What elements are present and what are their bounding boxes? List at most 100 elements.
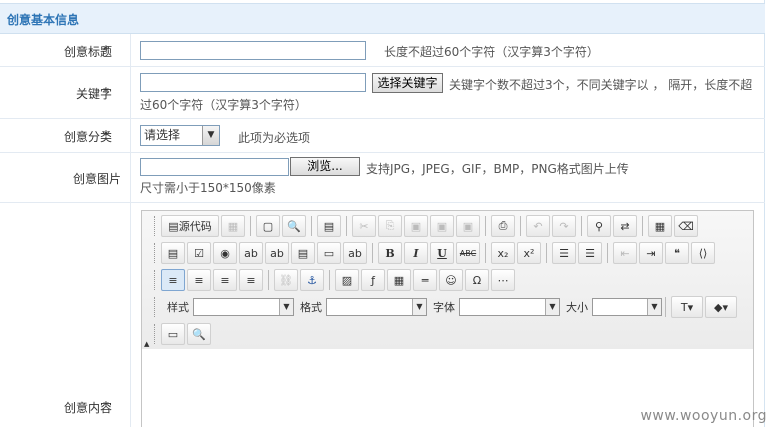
- bold-button[interactable]: B: [378, 242, 402, 264]
- label-cell: * 关键字: [0, 67, 131, 118]
- replace-icon[interactable]: ⇄: [613, 215, 637, 237]
- find-icon[interactable]: ⚲: [587, 215, 611, 237]
- radio-icon[interactable]: ◉: [213, 242, 237, 264]
- select-field-icon[interactable]: ▤: [291, 242, 315, 264]
- size-label: 大小: [566, 301, 588, 314]
- cut-icon[interactable]: ✂: [352, 215, 376, 237]
- label-cell: * 创意标题: [0, 34, 131, 66]
- text-color-icon[interactable]: T▾: [671, 296, 703, 318]
- title-hint: 长度不超过60个字符（汉字算3个字符）: [384, 45, 599, 59]
- paste-word-icon[interactable]: ▣: [456, 215, 480, 237]
- subscript-icon[interactable]: x₂: [491, 242, 515, 264]
- numbered-list-icon[interactable]: ☰: [552, 242, 576, 264]
- font-combo[interactable]: ▼: [459, 298, 560, 316]
- label-cell: 创意图片: [0, 153, 131, 202]
- label-cell: * 创意分类: [0, 119, 131, 152]
- align-center-icon[interactable]: ≡: [187, 269, 211, 291]
- image-size-hint: 尺寸需小于150*150像素: [140, 181, 276, 195]
- new-page-icon[interactable]: ▢: [256, 215, 280, 237]
- paste-icon[interactable]: ▣: [404, 215, 428, 237]
- image-icon[interactable]: ▨: [335, 269, 359, 291]
- smiley-icon[interactable]: ☺: [439, 269, 463, 291]
- italic-button[interactable]: I: [404, 242, 428, 264]
- source-icon: ▤: [168, 219, 179, 233]
- row-keyword: * 关键字 选择关键字 关键字个数不超过3个，不同关键字以 ， 隔开，长度不超 过…: [0, 67, 765, 119]
- toolbar-row-4: 样式 ▼ 格式 ▼ 字体 ▼ 大小 ▼ T▾ ◆▾: [154, 295, 739, 319]
- keyword-label: 关键字: [75, 87, 112, 101]
- image-file-input[interactable]: [140, 158, 289, 176]
- rich-text-editor: ▤ 源代码 ▦ ▢ 🔍 ▤ ✂ ⎘ ▣ ▣ ▣ ⎙ ↶ ↷ ⚲ ⇄ ▦ ⌫ ▤ …: [141, 210, 754, 428]
- redo-icon[interactable]: ↷: [552, 215, 576, 237]
- textarea-icon[interactable]: ab: [265, 242, 289, 264]
- category-label: 创意分类: [63, 130, 112, 144]
- special-char-icon[interactable]: Ω: [465, 269, 489, 291]
- align-right-icon[interactable]: ≡: [213, 269, 237, 291]
- image-label: 创意图片: [72, 172, 121, 186]
- textfield-icon[interactable]: ab: [239, 242, 263, 264]
- horizontal-rule-icon[interactable]: ═: [413, 269, 437, 291]
- style-combo[interactable]: ▼: [193, 298, 294, 316]
- hidden-field-icon[interactable]: ab: [343, 242, 367, 264]
- toolbar-row-5: ▭ 🔍: [154, 322, 213, 346]
- toolbar-grip: [154, 270, 157, 290]
- style-label: 样式: [167, 301, 189, 314]
- anchor-icon[interactable]: ⚓: [300, 269, 324, 291]
- show-blocks-icon[interactable]: 🔍: [187, 323, 211, 345]
- image-hint: 支持JPG，JPEG，GIF，BMP，PNG格式图片上传: [366, 162, 629, 176]
- select-keyword-button[interactable]: 选择关键字: [372, 73, 443, 93]
- outdent-icon[interactable]: ⇤: [613, 242, 637, 264]
- format-combo[interactable]: ▼: [326, 298, 427, 316]
- link-icon[interactable]: ⛓: [274, 269, 298, 291]
- paste-text-icon[interactable]: ▣: [430, 215, 454, 237]
- row-category: * 创意分类 请选择 ▼ 此项为必选项: [0, 119, 765, 153]
- bg-color-icon[interactable]: ◆▾: [705, 296, 737, 318]
- underline-button[interactable]: U: [430, 242, 454, 264]
- preview-icon[interactable]: 🔍: [282, 215, 306, 237]
- align-left-icon[interactable]: ≡: [161, 269, 185, 291]
- browse-button[interactable]: 浏览...: [290, 157, 360, 176]
- toolbar-grip: [154, 216, 157, 236]
- page-break-icon[interactable]: ⋯: [491, 269, 515, 291]
- row-title: * 创意标题 长度不超过60个字符（汉字算3个字符）: [0, 34, 765, 67]
- content-label: 创意内容: [63, 401, 112, 415]
- copy-icon[interactable]: ⎘: [378, 215, 402, 237]
- category-selected: 请选择: [144, 128, 181, 142]
- justify-icon[interactable]: ≡: [239, 269, 263, 291]
- collapse-toolbar-icon[interactable]: ▲: [144, 340, 149, 348]
- title-input[interactable]: [140, 41, 366, 60]
- toolbar-row-3: ≡ ≡ ≡ ≡ ⛓ ⚓ ▨ ƒ ▦ ═ ☺ Ω ⋯: [154, 268, 517, 292]
- editor-toolbar: ▤ 源代码 ▦ ▢ 🔍 ▤ ✂ ⎘ ▣ ▣ ▣ ⎙ ↶ ↷ ⚲ ⇄ ▦ ⌫ ▤ …: [142, 211, 753, 350]
- indent-icon[interactable]: ⇥: [639, 242, 663, 264]
- category-hint: 此项为必选项: [238, 131, 311, 145]
- blockquote-icon[interactable]: ❝: [665, 242, 689, 264]
- bulleted-list-icon[interactable]: ☰: [578, 242, 602, 264]
- toolbar-grip: [154, 324, 157, 344]
- toolbar-row-1: ▤ 源代码 ▦ ▢ 🔍 ▤ ✂ ⎘ ▣ ▣ ▣ ⎙ ↶ ↷ ⚲ ⇄ ▦ ⌫: [154, 214, 700, 238]
- maximize-icon[interactable]: ▭: [161, 323, 185, 345]
- size-combo[interactable]: ▼: [592, 298, 662, 316]
- div-container-icon[interactable]: ⟨⟩: [691, 242, 715, 264]
- remove-format-icon[interactable]: ⌫: [674, 215, 698, 237]
- keyword-input[interactable]: [140, 73, 366, 92]
- strikethrough-button[interactable]: ABC: [456, 242, 480, 264]
- flash-icon[interactable]: ƒ: [361, 269, 385, 291]
- undo-icon[interactable]: ↶: [526, 215, 550, 237]
- print-icon[interactable]: ⎙: [491, 215, 515, 237]
- templates-icon[interactable]: ▤: [317, 215, 341, 237]
- keyword-hint-line1: 关键字个数不超过3个，不同关键字以 ， 隔开，长度不超: [449, 78, 753, 92]
- toolbar-grip: [154, 243, 157, 263]
- form-icon[interactable]: ▤: [161, 242, 185, 264]
- chevron-down-icon: ▼: [545, 299, 559, 315]
- category-select[interactable]: 请选择 ▼: [140, 125, 220, 146]
- checkbox-icon[interactable]: ☑: [187, 242, 211, 264]
- chevron-down-icon: ▼: [279, 299, 293, 315]
- label-cell: * 创意内容: [0, 203, 131, 427]
- source-code-button[interactable]: ▤ 源代码: [161, 215, 219, 237]
- keyword-hint-line2: 过60个字符（汉字算3个字符）: [140, 98, 307, 112]
- select-all-icon[interactable]: ▦: [648, 215, 672, 237]
- button-field-icon[interactable]: ▭: [317, 242, 341, 264]
- toolbar-row-2: ▤ ☑ ◉ ab ab ▤ ▭ ab B I U ABC x₂ x² ☰ ☰ ⇤…: [154, 241, 717, 265]
- table-icon[interactable]: ▦: [387, 269, 411, 291]
- save-icon[interactable]: ▦: [221, 215, 245, 237]
- superscript-icon[interactable]: x²: [517, 242, 541, 264]
